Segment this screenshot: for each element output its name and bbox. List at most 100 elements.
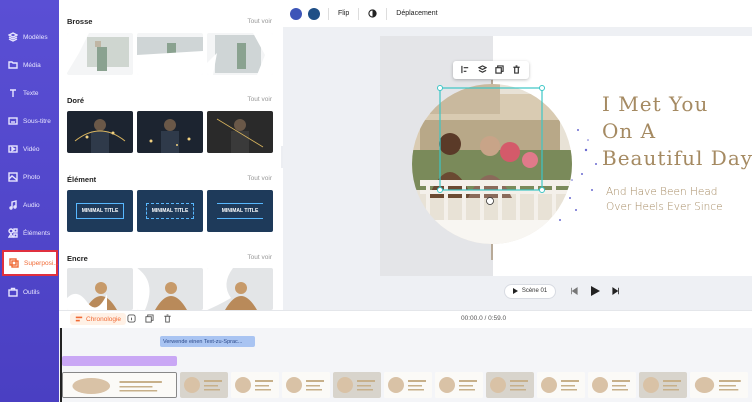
sidebar: Modèles Média Texte Sous-titre Vidéo Pho… bbox=[0, 0, 59, 402]
timeline-clip-9[interactable] bbox=[537, 372, 585, 398]
overlay-track[interactable] bbox=[62, 356, 177, 366]
skip-back-icon[interactable] bbox=[570, 287, 578, 295]
sidebar-item-media[interactable]: Média bbox=[0, 52, 59, 78]
see-all-ink-link[interactable]: Tout voir bbox=[247, 254, 272, 261]
timeline-clip-2[interactable] bbox=[180, 372, 228, 398]
sidebar-item-label: Sous-titre bbox=[23, 117, 51, 125]
video-icon bbox=[8, 144, 18, 154]
timeline-clip-4[interactable] bbox=[282, 372, 330, 398]
opacity-icon[interactable] bbox=[368, 9, 377, 18]
layers-icon bbox=[8, 32, 18, 42]
timeline-clip-6[interactable] bbox=[384, 372, 432, 398]
divider bbox=[328, 7, 329, 20]
scene-label: Scène 01 bbox=[521, 288, 548, 294]
info-icon[interactable] bbox=[127, 314, 136, 323]
skip-forward-icon[interactable] bbox=[612, 287, 620, 295]
ink-thumb-3[interactable] bbox=[207, 268, 273, 310]
section-title-brush: Brosse bbox=[67, 17, 93, 26]
sidebar-item-overlay[interactable]: Superposi... bbox=[2, 250, 59, 276]
canvas-title-line-1[interactable]: I Met You bbox=[602, 92, 708, 116]
gold-thumb-2[interactable] bbox=[137, 111, 203, 153]
sidebar-item-label: Audio bbox=[23, 201, 40, 209]
overlay-panel: Brosse Tout voir Doré Tout voir Élément … bbox=[59, 0, 281, 310]
canvas-title-line-3[interactable]: Beautiful Day bbox=[602, 146, 752, 170]
gold-thumb-3[interactable] bbox=[207, 111, 273, 153]
move-button[interactable]: Déplacement bbox=[396, 10, 437, 17]
canvas-subtitle-line-1[interactable]: And Have Been Head bbox=[606, 186, 717, 198]
sidebar-item-templates[interactable]: Modèles bbox=[0, 24, 59, 50]
brush-thumb-2[interactable] bbox=[137, 33, 203, 75]
section-title-gold: Doré bbox=[67, 96, 85, 105]
element-thumb-text: MINIMAL TITLE bbox=[216, 203, 264, 219]
sidebar-item-label: Photo bbox=[23, 173, 40, 181]
see-all-brush-link[interactable]: Tout voir bbox=[247, 18, 272, 25]
timeline-clip-1[interactable] bbox=[62, 372, 177, 398]
canvas-subtitle-line-2[interactable]: Over Heels Ever Since bbox=[606, 201, 723, 213]
sidebar-item-label: Média bbox=[23, 61, 41, 69]
sidebar-item-label: Modèles bbox=[23, 33, 48, 41]
circle-photo-overlay[interactable] bbox=[400, 80, 600, 260]
overlay-icon bbox=[9, 258, 19, 268]
element-thumb-text: MINIMAL TITLE bbox=[145, 203, 195, 219]
sidebar-item-elements[interactable]: Éléments bbox=[0, 220, 59, 246]
timeline-clip-11[interactable] bbox=[639, 372, 687, 398]
gold-thumb-1[interactable] bbox=[67, 111, 133, 153]
photo-icon bbox=[8, 172, 18, 182]
sidebar-item-label: Éléments bbox=[23, 229, 51, 237]
text-icon bbox=[8, 88, 18, 98]
color-swatch-2[interactable] bbox=[308, 7, 320, 20]
timeline-icon bbox=[75, 316, 83, 322]
time-display: 00:00.0 / 0:59.0 bbox=[461, 315, 507, 322]
divider bbox=[358, 7, 360, 20]
trash-icon[interactable] bbox=[163, 314, 172, 323]
scene-play-button[interactable]: Scène 01 bbox=[504, 283, 556, 299]
player-controls: Scène 01 bbox=[504, 283, 626, 299]
sidebar-item-photo[interactable]: Photo bbox=[0, 164, 59, 190]
brush-thumb-1[interactable] bbox=[67, 33, 133, 75]
timeline-clip-3[interactable] bbox=[231, 372, 279, 398]
play-icon[interactable] bbox=[590, 286, 600, 296]
ink-thumb-1[interactable] bbox=[67, 268, 133, 310]
canvas-title-line-2[interactable]: On A bbox=[602, 119, 656, 143]
color-swatch-1[interactable] bbox=[290, 7, 302, 20]
sidebar-item-audio[interactable]: Audio bbox=[0, 192, 59, 218]
trash-icon[interactable] bbox=[512, 61, 521, 79]
element-thumb-1[interactable]: MINIMAL TITLE bbox=[67, 190, 133, 232]
sidebar-item-label: Outils bbox=[23, 288, 40, 296]
sidebar-item-subtitle[interactable]: Sous-titre bbox=[0, 108, 59, 134]
timeline-tab-label: Chronologie bbox=[86, 315, 122, 323]
timeline-clip-7[interactable] bbox=[435, 372, 483, 398]
duplicate-icon[interactable] bbox=[145, 314, 154, 323]
folder-icon bbox=[8, 60, 18, 70]
timeline-tab[interactable]: Chronologie bbox=[70, 313, 127, 325]
layers-icon[interactable] bbox=[477, 61, 488, 79]
timeline-clip-12[interactable] bbox=[690, 372, 748, 398]
section-title-ink: Encre bbox=[67, 254, 88, 263]
see-all-gold-link[interactable]: Tout voir bbox=[247, 96, 272, 103]
sidebar-item-label: Superposi... bbox=[24, 259, 59, 267]
element-thumb-2[interactable]: MINIMAL TITLE bbox=[137, 190, 203, 232]
sidebar-item-tools[interactable]: Outils bbox=[0, 279, 59, 305]
element-context-menu bbox=[453, 61, 529, 79]
shapes-icon bbox=[8, 228, 18, 238]
section-title-element: Élément bbox=[67, 175, 97, 184]
see-all-element-link[interactable]: Tout voir bbox=[247, 175, 272, 182]
sidebar-item-text[interactable]: Texte bbox=[0, 80, 59, 106]
brush-thumb-3[interactable] bbox=[207, 33, 273, 75]
tts-track[interactable]: Verwende einen Text-zu-Sprac... bbox=[160, 336, 255, 347]
element-thumb-3[interactable]: MINIMAL TITLE bbox=[207, 190, 273, 232]
timeline-clip-5[interactable] bbox=[333, 372, 381, 398]
sidebar-item-label: Texte bbox=[23, 89, 39, 97]
sidebar-item-video[interactable]: Vidéo bbox=[0, 136, 59, 162]
timeline-clip-8[interactable] bbox=[486, 372, 534, 398]
top-toolbar: Flip Déplacement bbox=[283, 0, 752, 28]
divider bbox=[386, 7, 388, 20]
timeline-clip-10[interactable] bbox=[588, 372, 636, 398]
play-icon bbox=[512, 288, 518, 294]
ink-thumb-2[interactable] bbox=[137, 268, 203, 310]
toolbox-icon bbox=[8, 287, 18, 297]
flip-button[interactable]: Flip bbox=[338, 10, 349, 17]
align-icon[interactable] bbox=[461, 61, 470, 79]
sidebar-item-label: Vidéo bbox=[23, 145, 40, 153]
duplicate-icon[interactable] bbox=[495, 61, 504, 79]
